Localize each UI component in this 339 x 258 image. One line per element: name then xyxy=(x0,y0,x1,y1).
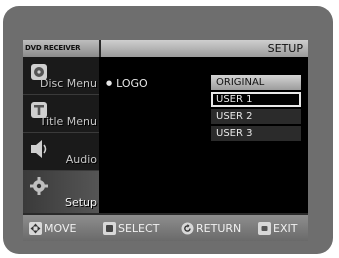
setup-screen: DVD RECEIVER SETUP Disc Menu Title Menu xyxy=(23,40,308,213)
sidebar-item-audio[interactable]: Audio xyxy=(23,133,99,171)
move-icon xyxy=(29,221,42,235)
option-original[interactable]: ORIGINAL xyxy=(211,75,301,90)
control-bar: MOVE SELECT RETURN EXIT xyxy=(23,213,308,241)
sidebar-item-label: Disc Menu xyxy=(39,77,97,90)
title-bar: SETUP xyxy=(101,40,308,57)
bullet-icon: ● xyxy=(106,79,113,87)
sidebar-item-title-menu[interactable]: Title Menu xyxy=(23,95,99,133)
select-icon xyxy=(103,221,116,235)
exit-icon xyxy=(258,221,271,235)
option-user-3[interactable]: USER 3 xyxy=(211,126,301,141)
sidebar-item-disc-menu[interactable]: Disc Menu xyxy=(23,57,99,95)
return-hint: RETURN xyxy=(181,220,241,236)
exit-hint: EXIT xyxy=(258,220,297,236)
option-user-1[interactable]: USER 1 xyxy=(211,92,301,107)
return-icon xyxy=(181,222,194,234)
move-label: MOVE xyxy=(44,221,77,235)
page-title: SETUP xyxy=(267,42,303,55)
exit-label: EXIT xyxy=(273,221,298,235)
brand-bar: DVD RECEIVER xyxy=(23,40,101,57)
option-label: LOGO xyxy=(116,77,148,90)
sidebar-item-label: Title Menu xyxy=(39,115,97,128)
sidebar-item-setup[interactable]: Setup xyxy=(23,171,99,213)
return-label: RETURN xyxy=(196,221,242,235)
brand-label: DVD RECEIVER xyxy=(25,44,81,52)
option-user-2[interactable]: USER 2 xyxy=(211,109,301,124)
select-label: SELECT xyxy=(118,221,160,235)
logo-option[interactable]: ● LOGO xyxy=(106,77,148,90)
gear-icon xyxy=(30,177,48,195)
move-hint: MOVE xyxy=(29,220,76,236)
sidebar-item-label: Audio xyxy=(65,153,97,166)
sidebar: Disc Menu Title Menu Audio Setup xyxy=(23,57,99,213)
sidebar-item-label: Setup xyxy=(64,196,97,209)
logo-dropdown: ORIGINAL USER 1 USER 2 USER 3 xyxy=(211,75,301,143)
speaker-icon xyxy=(31,140,47,158)
select-hint: SELECT xyxy=(103,220,159,236)
